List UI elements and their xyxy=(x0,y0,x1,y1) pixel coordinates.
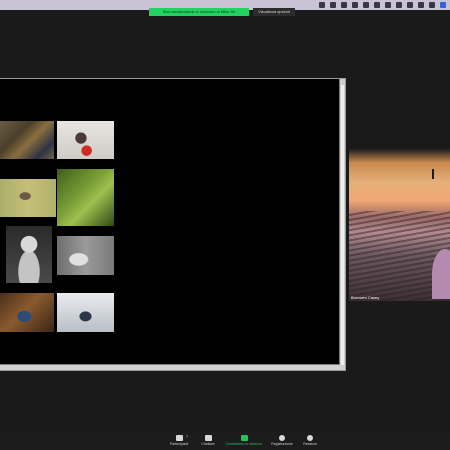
horizontal-scrollbar[interactable] xyxy=(0,364,340,370)
menu-bar-status-icons xyxy=(319,0,446,10)
vertical-scrollbar[interactable] xyxy=(339,79,345,370)
photo-bird-on-branch[interactable] xyxy=(0,179,56,217)
view-options-button[interactable]: Visualizza opzioni xyxy=(253,8,295,16)
share-screen-icon xyxy=(240,435,248,441)
video-content xyxy=(432,169,434,179)
screen-share-banner: Stai visualizzando lo schermo di Mike Sr… xyxy=(149,8,249,16)
participants-icon xyxy=(175,435,183,441)
status-icon[interactable] xyxy=(374,2,380,8)
photo-figure-in-snow[interactable] xyxy=(57,293,114,332)
shared-screen-window xyxy=(0,78,346,371)
reactions-button[interactable]: Reazioni xyxy=(288,433,332,449)
photo-leaf-closeup[interactable] xyxy=(57,169,114,226)
photo-person-in-interior[interactable] xyxy=(0,293,54,332)
photo-child-with-red-object[interactable] xyxy=(57,121,114,159)
status-icon[interactable] xyxy=(385,2,391,8)
photo-market-scene[interactable] xyxy=(0,121,54,159)
reactions-icon xyxy=(307,435,313,441)
status-icon[interactable] xyxy=(429,2,435,8)
record-icon xyxy=(279,435,285,441)
participant-name-label: Bronwen Casey xyxy=(351,295,380,300)
app-icon[interactable] xyxy=(440,2,446,8)
status-icon[interactable] xyxy=(363,2,369,8)
participant-video-tile[interactable]: Bronwen Casey xyxy=(349,149,450,301)
reactions-label: Reazioni xyxy=(303,442,317,446)
status-icon[interactable] xyxy=(319,2,325,8)
status-icon[interactable] xyxy=(352,2,358,8)
status-icon[interactable] xyxy=(407,2,413,8)
status-icon[interactable] xyxy=(418,2,424,8)
chat-icon xyxy=(204,435,212,441)
scrollbar-thumb[interactable] xyxy=(341,85,344,365)
status-icon[interactable] xyxy=(396,2,402,8)
meeting-toolbar: 7 Partecipanti Chattare Condividere lo s… xyxy=(0,432,450,450)
photo-seated-figures[interactable] xyxy=(57,236,114,275)
video-content xyxy=(432,249,450,299)
status-icon[interactable] xyxy=(341,2,347,8)
status-icon[interactable] xyxy=(330,2,336,8)
photo-portrait-ruffled-collar[interactable] xyxy=(6,226,52,283)
